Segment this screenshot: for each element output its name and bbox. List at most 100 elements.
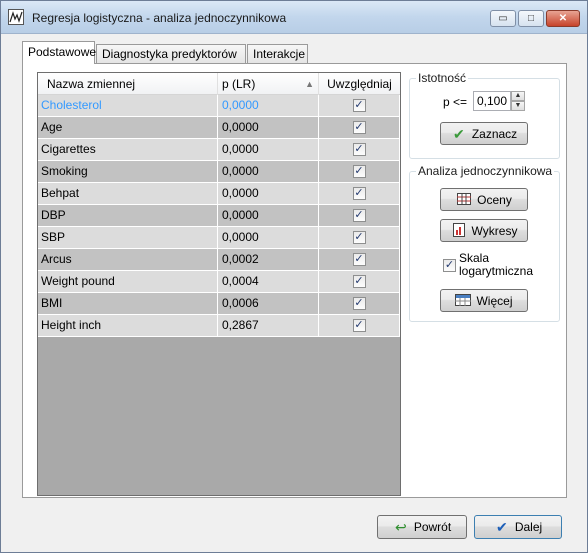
include-checkbox[interactable]: ✓ — [352, 187, 366, 200]
more-button[interactable]: Więcej — [440, 289, 528, 312]
include-checkbox[interactable]: ✓ — [352, 319, 366, 332]
univariate-title: Analiza jednoczynnikowa — [416, 164, 555, 178]
p-value-input[interactable]: 0,100 — [473, 91, 511, 111]
charts-button[interactable]: Wykresy — [440, 219, 528, 242]
variable-name-cell: DBP — [38, 205, 218, 226]
more-button-label: Więcej — [476, 293, 513, 308]
tab-diagnostyka[interactable]: Diagnostyka predyktorów — [96, 44, 246, 64]
close-icon: ✕ — [558, 13, 568, 24]
table-more-icon — [455, 293, 472, 309]
next-button[interactable]: ✔ Dalej — [474, 515, 562, 539]
select-button-label: Zaznacz — [471, 126, 518, 141]
p-value-cell: 0,0004 — [218, 271, 319, 292]
p-value-cell: 0,0000 — [218, 95, 319, 116]
include-checkbox[interactable]: ✓ — [352, 209, 366, 222]
spin-down-icon[interactable]: ▼ — [511, 101, 525, 111]
table-row[interactable]: Cholesterol 0,0000 ✓ — [38, 95, 400, 117]
variable-name-cell: BMI — [38, 293, 218, 314]
include-checkbox[interactable]: ✓ — [352, 165, 366, 178]
log-scale-checkbox[interactable]: ✓ — [443, 259, 456, 272]
minimize-icon: ▭ — [498, 13, 508, 24]
table-row[interactable]: Behpat 0,0000 ✓ — [38, 183, 400, 205]
next-button-label: Dalej — [514, 520, 543, 534]
back-button-label: Powrót — [413, 520, 452, 534]
table-row[interactable]: BMI 0,0006 ✓ — [38, 293, 400, 315]
maximize-icon: □ — [527, 13, 535, 24]
table-row[interactable]: Height inch 0,2867 ✓ — [38, 315, 400, 337]
p-value-cell: 0,0000 — [218, 227, 319, 248]
p-value-cell: 0,0000 — [218, 139, 319, 160]
checkmark-icon: ✔ — [452, 125, 465, 142]
back-arrow-icon: ↩ — [394, 519, 407, 535]
variable-name-cell: SBP — [38, 227, 218, 248]
include-checkbox[interactable]: ✓ — [352, 143, 366, 156]
table-row[interactable]: SBP 0,0000 ✓ — [38, 227, 400, 249]
p-value-spinner[interactable]: ▲ ▼ — [511, 91, 525, 111]
table-row[interactable]: DBP 0,0000 ✓ — [38, 205, 400, 227]
maximize-button[interactable]: □ — [518, 10, 544, 27]
table-row[interactable]: Arcus 0,0002 ✓ — [38, 249, 400, 271]
header-p-label: p (LR) — [222, 77, 256, 91]
estimates-button[interactable]: Oceny — [440, 188, 528, 211]
app-icon — [8, 9, 24, 25]
table-row[interactable]: Smoking 0,0000 ✓ — [38, 161, 400, 183]
variable-name-cell: Cigarettes — [38, 139, 218, 160]
header-include[interactable]: Uwzględniaj — [319, 73, 400, 95]
include-cell: ✓ — [319, 227, 400, 248]
include-cell: ✓ — [319, 249, 400, 270]
variable-name-cell: Height inch — [38, 315, 218, 336]
dialog-window: Regresja logistyczna - analiza jednoczyn… — [0, 0, 588, 553]
p-value-cell: 0,0006 — [218, 293, 319, 314]
significance-group: Istotność p <= 0,100 ▲ ▼ ✔ Zaznacz — [409, 71, 560, 159]
table-row[interactable]: Age 0,0000 ✓ — [38, 117, 400, 139]
variable-name-cell: Smoking — [38, 161, 218, 182]
title-bar[interactable]: Regresja logistyczna - analiza jednoczyn… — [1, 1, 587, 34]
close-button[interactable]: ✕ — [546, 10, 580, 27]
log-scale-label-line2: logarytmiczna — [459, 264, 534, 278]
variable-name-cell: Behpat — [38, 183, 218, 204]
minimize-button[interactable]: ▭ — [490, 10, 516, 27]
back-button[interactable]: ↩ Powrót — [377, 515, 467, 539]
sort-up-icon: ▲ — [305, 79, 314, 89]
include-checkbox[interactable]: ✓ — [352, 297, 366, 310]
include-cell: ✓ — [319, 205, 400, 226]
include-checkbox[interactable]: ✓ — [352, 121, 366, 134]
include-checkbox[interactable]: ✓ — [352, 253, 366, 266]
include-checkbox[interactable]: ✓ — [352, 231, 366, 244]
include-cell: ✓ — [319, 161, 400, 182]
grid-header: Nazwa zmiennej p (LR) ▲ Uwzględniaj — [38, 73, 400, 95]
header-name[interactable]: Nazwa zmiennej — [38, 73, 218, 95]
tab-podstawowe[interactable]: Podstawowe — [22, 41, 96, 64]
include-cell: ✓ — [319, 117, 400, 138]
include-checkbox[interactable]: ✓ — [352, 99, 366, 112]
p-value-cell: 0,0002 — [218, 249, 319, 270]
include-cell: ✓ — [319, 293, 400, 314]
p-value-cell: 0,0000 — [218, 183, 319, 204]
include-cell: ✓ — [319, 95, 400, 116]
table-row[interactable]: Weight pound 0,0004 ✓ — [38, 271, 400, 293]
table-row[interactable]: Cigarettes 0,0000 ✓ — [38, 139, 400, 161]
include-checkbox[interactable]: ✓ — [352, 275, 366, 288]
include-cell: ✓ — [319, 271, 400, 292]
variable-name-cell: Weight pound — [38, 271, 218, 292]
variable-name-cell: Age — [38, 117, 218, 138]
header-p[interactable]: p (LR) ▲ — [218, 73, 319, 95]
include-cell: ✓ — [319, 315, 400, 336]
select-button[interactable]: ✔ Zaznacz — [440, 122, 528, 145]
variable-name-cell: Arcus — [38, 249, 218, 270]
chart-icon — [451, 222, 467, 239]
checkmark-icon: ✔ — [495, 519, 508, 535]
table-icon — [456, 192, 472, 208]
include-cell: ✓ — [319, 183, 400, 204]
univariate-group: Analiza jednoczynnikowa Oceny Wykresy ✓ … — [409, 164, 560, 322]
variables-grid[interactable]: Nazwa zmiennej p (LR) ▲ Uwzględniaj Chol… — [37, 72, 401, 496]
log-scale-label: Skala logarytmiczna — [459, 252, 533, 278]
window-title: Regresja logistyczna - analiza jednoczyn… — [32, 11, 287, 25]
p-label: p <= — [443, 95, 468, 109]
p-value-cell: 0,0000 — [218, 205, 319, 226]
spin-up-icon[interactable]: ▲ — [511, 91, 525, 101]
p-value-cell: 0,0000 — [218, 117, 319, 138]
variable-name-cell: Cholesterol — [38, 95, 218, 116]
tab-interakcje[interactable]: Interakcje — [247, 44, 308, 64]
p-value-cell: 0,0000 — [218, 161, 319, 182]
